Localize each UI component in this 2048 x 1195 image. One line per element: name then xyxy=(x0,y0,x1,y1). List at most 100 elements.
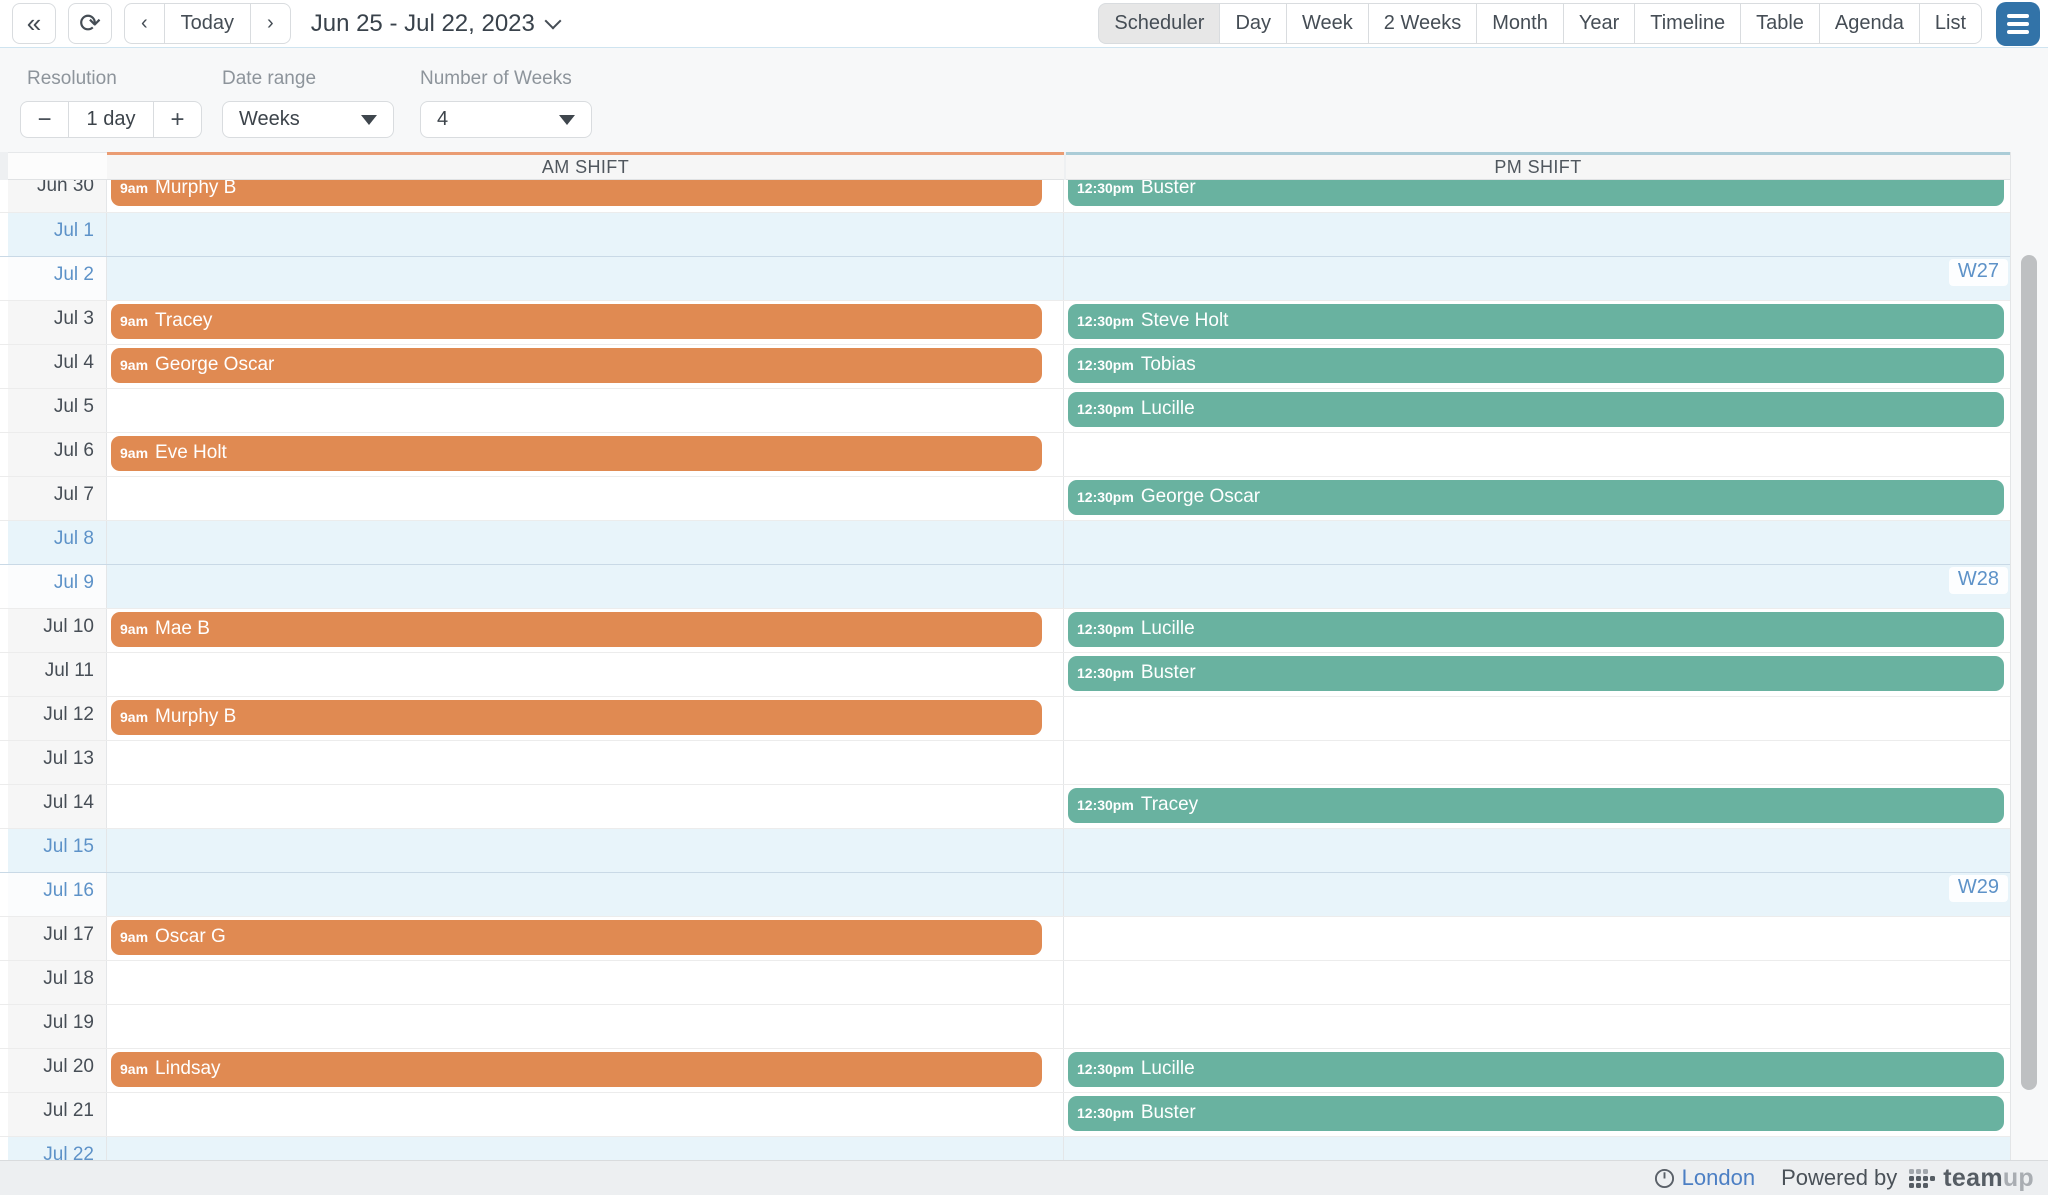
event-pm-shift[interactable]: 12:30pmBuster xyxy=(1068,656,2004,691)
pm-shift-cell[interactable] xyxy=(1064,521,2010,564)
pm-shift-cell[interactable]: 12:30pmLucille xyxy=(1064,1049,2010,1092)
date-label[interactable]: Jul 5 xyxy=(8,389,107,432)
date-label[interactable]: Jul 9 xyxy=(8,565,107,608)
date-label[interactable]: Jul 11 xyxy=(8,653,107,696)
resolution-increase-button[interactable]: + xyxy=(154,101,202,138)
event-am-shift[interactable]: 9amMurphy B xyxy=(111,180,1042,206)
pm-shift-cell[interactable] xyxy=(1064,829,2010,872)
am-shift-cell[interactable]: 9amMurphy B xyxy=(107,697,1064,740)
event-am-shift[interactable]: 9amTracey xyxy=(111,304,1042,339)
number-of-weeks-select[interactable]: 4 xyxy=(420,101,592,138)
am-shift-cell[interactable]: 9amMurphy B xyxy=(107,180,1064,212)
timezone-link[interactable]: London xyxy=(1654,1165,1755,1191)
am-shift-cell[interactable] xyxy=(107,961,1064,1004)
pm-shift-cell[interactable] xyxy=(1064,961,2010,1004)
am-shift-cell[interactable] xyxy=(107,829,1064,872)
tab-timeline[interactable]: Timeline xyxy=(1634,3,1740,44)
pm-shift-column-header[interactable]: PM SHIFT xyxy=(1066,152,2010,180)
week-number-badge[interactable]: W29 xyxy=(1949,875,2008,902)
next-button[interactable]: › xyxy=(250,3,291,44)
date-range-title[interactable]: Jun 25 - Jul 22, 2023 xyxy=(311,10,559,38)
event-am-shift[interactable]: 9amLindsay xyxy=(111,1052,1042,1087)
event-pm-shift[interactable]: 12:30pmLucille xyxy=(1068,1052,2004,1087)
am-shift-cell[interactable]: 9amGeorge Oscar xyxy=(107,345,1064,388)
today-button[interactable]: Today xyxy=(164,3,250,44)
pm-shift-cell[interactable] xyxy=(1064,433,2010,476)
am-shift-cell[interactable]: 9amMae B xyxy=(107,609,1064,652)
date-label[interactable]: Jul 19 xyxy=(8,1005,107,1048)
date-label[interactable]: Jul 18 xyxy=(8,961,107,1004)
scrollbar-thumb[interactable] xyxy=(2021,255,2037,1090)
pm-shift-cell[interactable]: W28 xyxy=(1064,565,2010,608)
week-number-badge[interactable]: W27 xyxy=(1949,259,2008,286)
tab-table[interactable]: Table xyxy=(1740,3,1819,44)
pm-shift-cell[interactable]: 12:30pmBuster xyxy=(1064,1093,2010,1136)
pm-shift-cell[interactable] xyxy=(1064,697,2010,740)
tab-day[interactable]: Day xyxy=(1219,3,1286,44)
pm-shift-cell[interactable] xyxy=(1064,917,2010,960)
date-range-select[interactable]: Weeks xyxy=(222,101,394,138)
pm-shift-cell[interactable]: 12:30pmLucille xyxy=(1064,389,2010,432)
tab-scheduler[interactable]: Scheduler xyxy=(1098,3,1219,44)
date-label[interactable]: Jul 4 xyxy=(8,345,107,388)
date-label[interactable]: Jul 7 xyxy=(8,477,107,520)
pm-shift-cell[interactable]: 12:30pmBuster xyxy=(1064,180,2010,212)
event-am-shift[interactable]: 9amEve Holt xyxy=(111,436,1042,471)
skip-back-button[interactable]: « xyxy=(12,3,56,44)
event-pm-shift[interactable]: 12:30pmBuster xyxy=(1068,180,2004,206)
tab-2-weeks[interactable]: 2 Weeks xyxy=(1368,3,1476,44)
date-label[interactable]: Jul 20 xyxy=(8,1049,107,1092)
event-am-shift[interactable]: 9amGeorge Oscar xyxy=(111,348,1042,383)
am-shift-cell[interactable] xyxy=(107,1093,1064,1136)
date-label[interactable]: Jul 21 xyxy=(8,1093,107,1136)
event-pm-shift[interactable]: 12:30pmLucille xyxy=(1068,612,2004,647)
date-label[interactable]: Jul 17 xyxy=(8,917,107,960)
scrollbar-track[interactable] xyxy=(2010,152,2048,1160)
date-label[interactable]: Jul 8 xyxy=(8,521,107,564)
pm-shift-cell[interactable]: 12:30pmTracey xyxy=(1064,785,2010,828)
pm-shift-cell[interactable] xyxy=(1064,213,2010,256)
am-shift-cell[interactable] xyxy=(107,1137,1064,1160)
am-shift-cell[interactable] xyxy=(107,565,1064,608)
am-shift-cell[interactable] xyxy=(107,213,1064,256)
am-shift-cell[interactable] xyxy=(107,389,1064,432)
pm-shift-cell[interactable] xyxy=(1064,1137,2010,1160)
pm-shift-cell[interactable]: 12:30pmLucille xyxy=(1064,609,2010,652)
tab-week[interactable]: Week xyxy=(1286,3,1368,44)
tab-year[interactable]: Year xyxy=(1563,3,1634,44)
pm-shift-cell[interactable]: W27 xyxy=(1064,257,2010,300)
am-shift-cell[interactable] xyxy=(107,477,1064,520)
am-shift-column-header[interactable]: AM SHIFT xyxy=(107,152,1064,180)
pm-shift-cell[interactable] xyxy=(1064,1005,2010,1048)
am-shift-cell[interactable] xyxy=(107,257,1064,300)
week-number-badge[interactable]: W28 xyxy=(1949,567,2008,594)
am-shift-cell[interactable]: 9amLindsay xyxy=(107,1049,1064,1092)
event-am-shift[interactable]: 9amMae B xyxy=(111,612,1042,647)
date-label[interactable]: Jul 10 xyxy=(8,609,107,652)
menu-button[interactable] xyxy=(1996,2,2040,46)
tab-list[interactable]: List xyxy=(1919,3,1982,44)
am-shift-cell[interactable] xyxy=(107,1005,1064,1048)
event-am-shift[interactable]: 9amOscar G xyxy=(111,920,1042,955)
event-pm-shift[interactable]: 12:30pmLucille xyxy=(1068,392,2004,427)
refresh-button[interactable]: ⟳ xyxy=(68,3,112,44)
event-pm-shift[interactable]: 12:30pmGeorge Oscar xyxy=(1068,480,2004,515)
powered-by[interactable]: Powered by teamup xyxy=(1781,1164,2034,1193)
date-label[interactable]: Jun 30 xyxy=(8,180,107,212)
am-shift-cell[interactable]: 9amTracey xyxy=(107,301,1064,344)
prev-button[interactable]: ‹ xyxy=(124,3,164,44)
date-label[interactable]: Jul 3 xyxy=(8,301,107,344)
date-label[interactable]: Jul 22 xyxy=(8,1137,107,1160)
date-label[interactable]: Jul 15 xyxy=(8,829,107,872)
event-pm-shift[interactable]: 12:30pmBuster xyxy=(1068,1096,2004,1131)
tab-agenda[interactable]: Agenda xyxy=(1819,3,1919,44)
am-shift-cell[interactable]: 9amOscar G xyxy=(107,917,1064,960)
pm-shift-cell[interactable]: 12:30pmBuster xyxy=(1064,653,2010,696)
pm-shift-cell[interactable]: 12:30pmSteve Holt xyxy=(1064,301,2010,344)
pm-shift-cell[interactable] xyxy=(1064,741,2010,784)
event-am-shift[interactable]: 9amMurphy B xyxy=(111,700,1042,735)
pm-shift-cell[interactable]: 12:30pmTobias xyxy=(1064,345,2010,388)
am-shift-cell[interactable] xyxy=(107,653,1064,696)
resolution-decrease-button[interactable]: − xyxy=(20,101,68,138)
date-label[interactable]: Jul 16 xyxy=(8,873,107,916)
